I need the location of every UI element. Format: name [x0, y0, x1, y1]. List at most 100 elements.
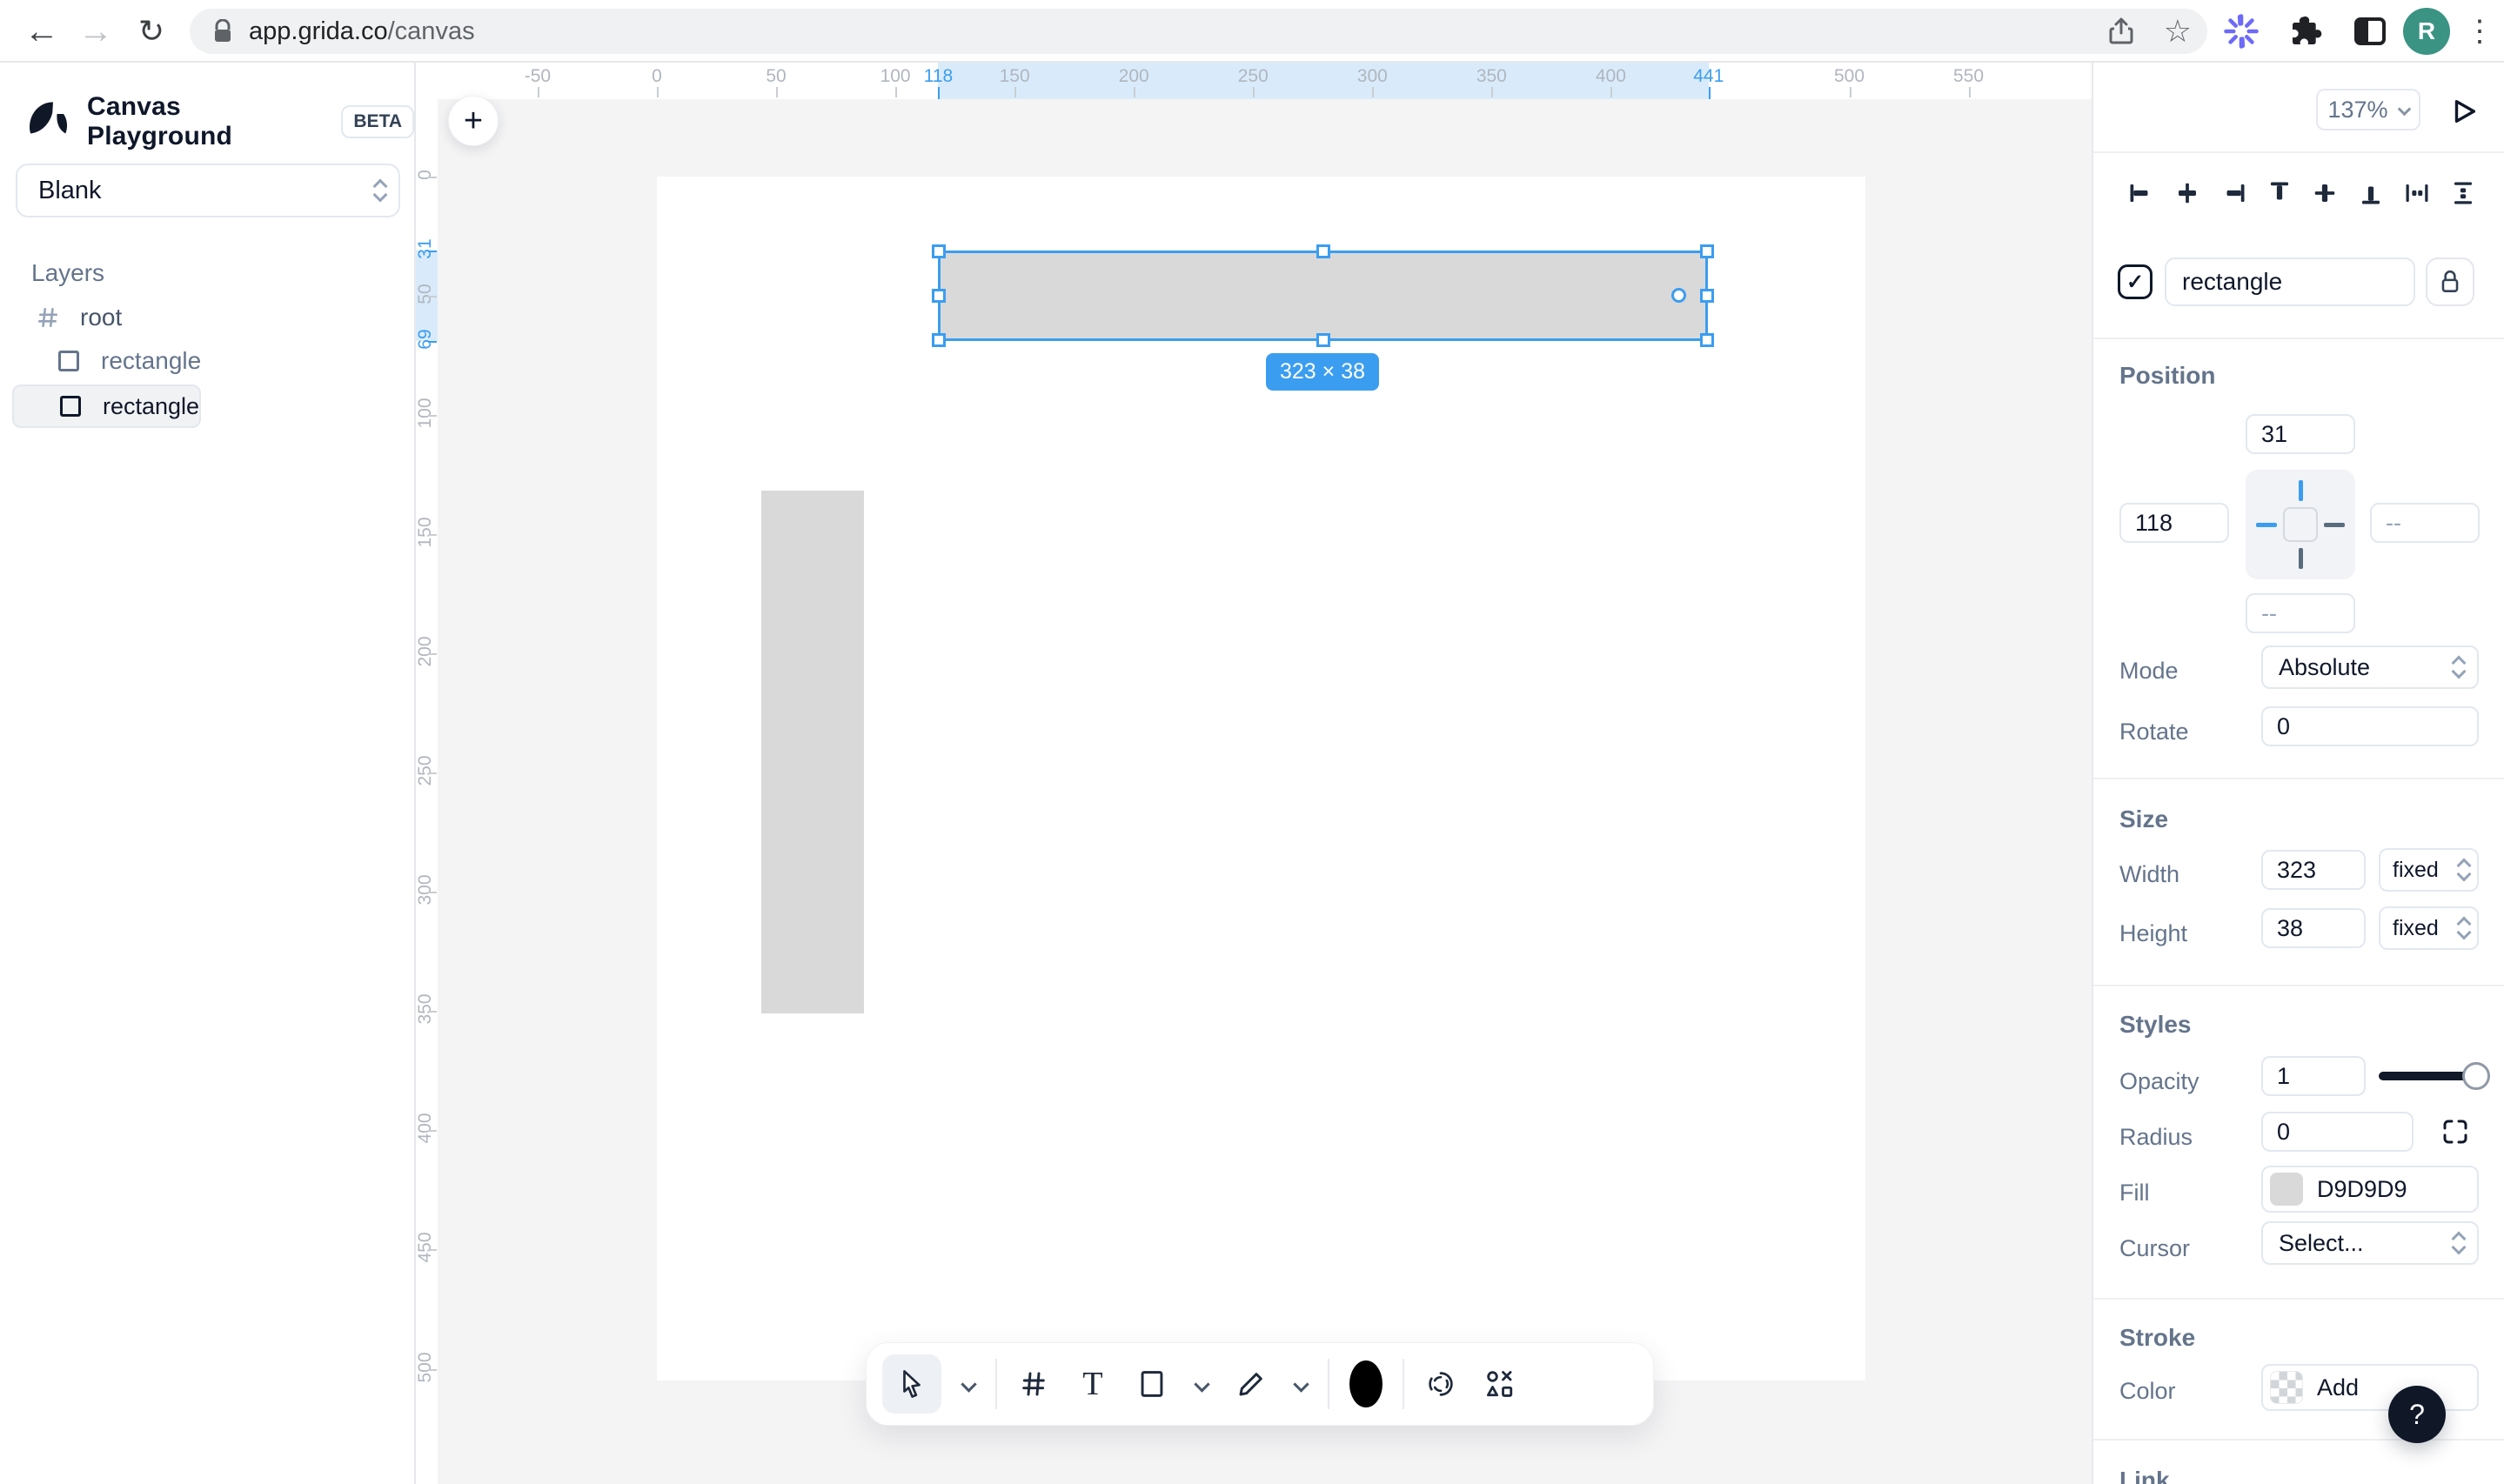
ruler-selection-highlight	[938, 63, 1709, 99]
ruler-tick-mark	[776, 87, 779, 97]
rectangle-tool-button[interactable]	[1129, 1354, 1175, 1414]
side-panel-icon[interactable]	[2346, 0, 2394, 63]
brush-tool-button[interactable]	[1343, 1354, 1389, 1414]
align-bottom-button[interactable]	[2358, 180, 2384, 206]
ai-assistant-button[interactable]	[1418, 1354, 1463, 1414]
add-node-button[interactable]: +	[448, 96, 499, 146]
height-mode-select[interactable]: fixed	[2379, 906, 2479, 950]
position-left-input[interactable]	[2119, 503, 2229, 543]
layer-item-rectangle-2-selected[interactable]: rectangle	[12, 384, 202, 428]
extensions-puzzle-icon[interactable]	[2281, 0, 2330, 63]
position-right-input[interactable]	[2370, 503, 2480, 543]
distribute-horizontal-button[interactable]	[2404, 180, 2430, 206]
extension-spinner-icon[interactable]	[2217, 0, 2266, 63]
url-bar[interactable]: app.grida.co/canvas ☆	[190, 9, 2207, 54]
resize-handle-se[interactable]	[1700, 333, 1714, 347]
stroke-add-button[interactable]: Add	[2261, 1364, 2479, 1411]
height-label: Height	[2119, 920, 2188, 946]
fill-control[interactable]: D9D9D9	[2261, 1166, 2479, 1213]
ruler-tick-mark	[1134, 87, 1136, 97]
layer-label: root	[80, 304, 123, 331]
shape-tool-dropdown[interactable]	[1188, 1354, 1215, 1414]
resize-handle-s[interactable]	[1316, 333, 1330, 347]
browser-menu-kebab-icon[interactable]: ⋮	[2462, 0, 2497, 63]
browser-back-button[interactable]: ←	[19, 0, 64, 63]
help-button[interactable]: ?	[2388, 1386, 2446, 1443]
anchor-left-tick[interactable]	[2256, 523, 2277, 527]
align-vertical-center-button[interactable]	[2312, 180, 2338, 206]
rotate-input[interactable]	[2261, 706, 2479, 746]
template-select[interactable]: Blank	[16, 164, 400, 217]
cursor-tool-button[interactable]	[882, 1354, 941, 1414]
opacity-slider[interactable]	[2379, 1062, 2490, 1090]
opacity-slider-knob[interactable]	[2462, 1062, 2490, 1090]
selected-rectangle-node[interactable]	[932, 244, 1714, 347]
resize-handle-w[interactable]	[932, 289, 946, 303]
resize-handle-e[interactable]	[1700, 289, 1714, 303]
mode-select[interactable]: Absolute	[2261, 645, 2479, 689]
ruler-tick-mark	[657, 87, 659, 97]
ruler-tick-mark	[1491, 87, 1494, 97]
position-anchor-widget[interactable]	[2246, 470, 2355, 579]
height-input[interactable]	[2261, 908, 2366, 948]
resize-handle-n[interactable]	[1316, 244, 1330, 258]
bookmark-star-icon[interactable]: ☆	[2164, 16, 2192, 47]
styles-heading: Styles	[2119, 1011, 2192, 1038]
corner-radius-handle[interactable]	[1671, 288, 1686, 303]
ruler-tick-label: 500	[1833, 66, 1865, 86]
distribute-vertical-button[interactable]	[2450, 180, 2476, 206]
canvas-viewport[interactable]: 323 × 38 -50 0 50 100 150 200 250 300 350 400 500 5…	[416, 63, 2092, 1484]
back-icon: ←	[24, 11, 59, 50]
align-left-button[interactable]	[2128, 180, 2154, 206]
cursor-select[interactable]: Select...	[2261, 1221, 2479, 1265]
stroke-heading: Stroke	[2119, 1324, 2196, 1351]
link-heading: Link	[2119, 1467, 2170, 1484]
frame-tool-button[interactable]	[1011, 1354, 1056, 1414]
browser-profile-avatar[interactable]: R	[2403, 8, 2450, 55]
opacity-input[interactable]	[2261, 1056, 2366, 1096]
play-button[interactable]	[2447, 94, 2481, 129]
zoom-level-select[interactable]: 137%	[2316, 89, 2420, 130]
fill-color-swatch[interactable]	[2270, 1173, 2303, 1206]
node-name-input[interactable]	[2165, 257, 2415, 306]
corner-radius-expand-button[interactable]	[2441, 1118, 2469, 1146]
primitive-shapes-button[interactable]	[1477, 1354, 1523, 1414]
resize-handle-ne[interactable]	[1700, 244, 1714, 258]
layer-item-rectangle-1[interactable]: rectangle	[0, 339, 416, 383]
layer-item-root[interactable]: root	[0, 296, 416, 339]
width-mode-select[interactable]: fixed	[2379, 848, 2479, 892]
text-tool-button[interactable]: T	[1070, 1354, 1115, 1414]
app-title: Canvas Playground	[87, 92, 233, 150]
reload-icon: ↻	[137, 13, 165, 49]
zoom-level-value: 137%	[2327, 96, 2388, 123]
share-icon[interactable]	[2108, 17, 2134, 45]
position-top-input[interactable]	[2246, 414, 2355, 454]
ruler-tick-mark	[428, 296, 437, 298]
lock-button[interactable]	[2426, 257, 2474, 306]
anchor-top-tick[interactable]	[2299, 480, 2303, 501]
resize-handle-sw[interactable]	[932, 333, 946, 347]
ruler-tick-mark	[1372, 87, 1375, 97]
cursor-tool-dropdown[interactable]	[955, 1354, 981, 1414]
section-divider	[2093, 778, 2504, 779]
width-input[interactable]	[2261, 850, 2366, 890]
node-active-checkbox[interactable]: ✓	[2118, 264, 2153, 299]
align-right-button[interactable]	[2220, 180, 2246, 206]
align-horizontal-center-button[interactable]	[2174, 180, 2200, 206]
align-top-button[interactable]	[2266, 180, 2293, 206]
position-bottom-input[interactable]	[2246, 593, 2355, 633]
browser-forward-button[interactable]: →	[73, 0, 118, 63]
browser-reload-button[interactable]: ↻	[129, 0, 174, 63]
toolbar-divider	[1403, 1359, 1404, 1409]
vertical-ruler: 0 50 100 150 200 250 300 350 400 450 500 31 69	[416, 63, 438, 1484]
anchor-right-tick[interactable]	[2324, 523, 2345, 527]
canvas-rectangle-node[interactable]	[761, 491, 864, 1013]
ruler-tick-mark	[1610, 87, 1613, 97]
radius-input[interactable]	[2261, 1112, 2414, 1152]
pencil-tool-dropdown[interactable]	[1288, 1354, 1314, 1414]
resize-handle-nw[interactable]	[932, 244, 946, 258]
pencil-tool-button[interactable]	[1229, 1354, 1274, 1414]
anchor-bottom-tick[interactable]	[2299, 548, 2303, 569]
ruler-tick-label: 250	[416, 755, 435, 786]
ruler-tick-label: 300	[1356, 66, 1388, 86]
